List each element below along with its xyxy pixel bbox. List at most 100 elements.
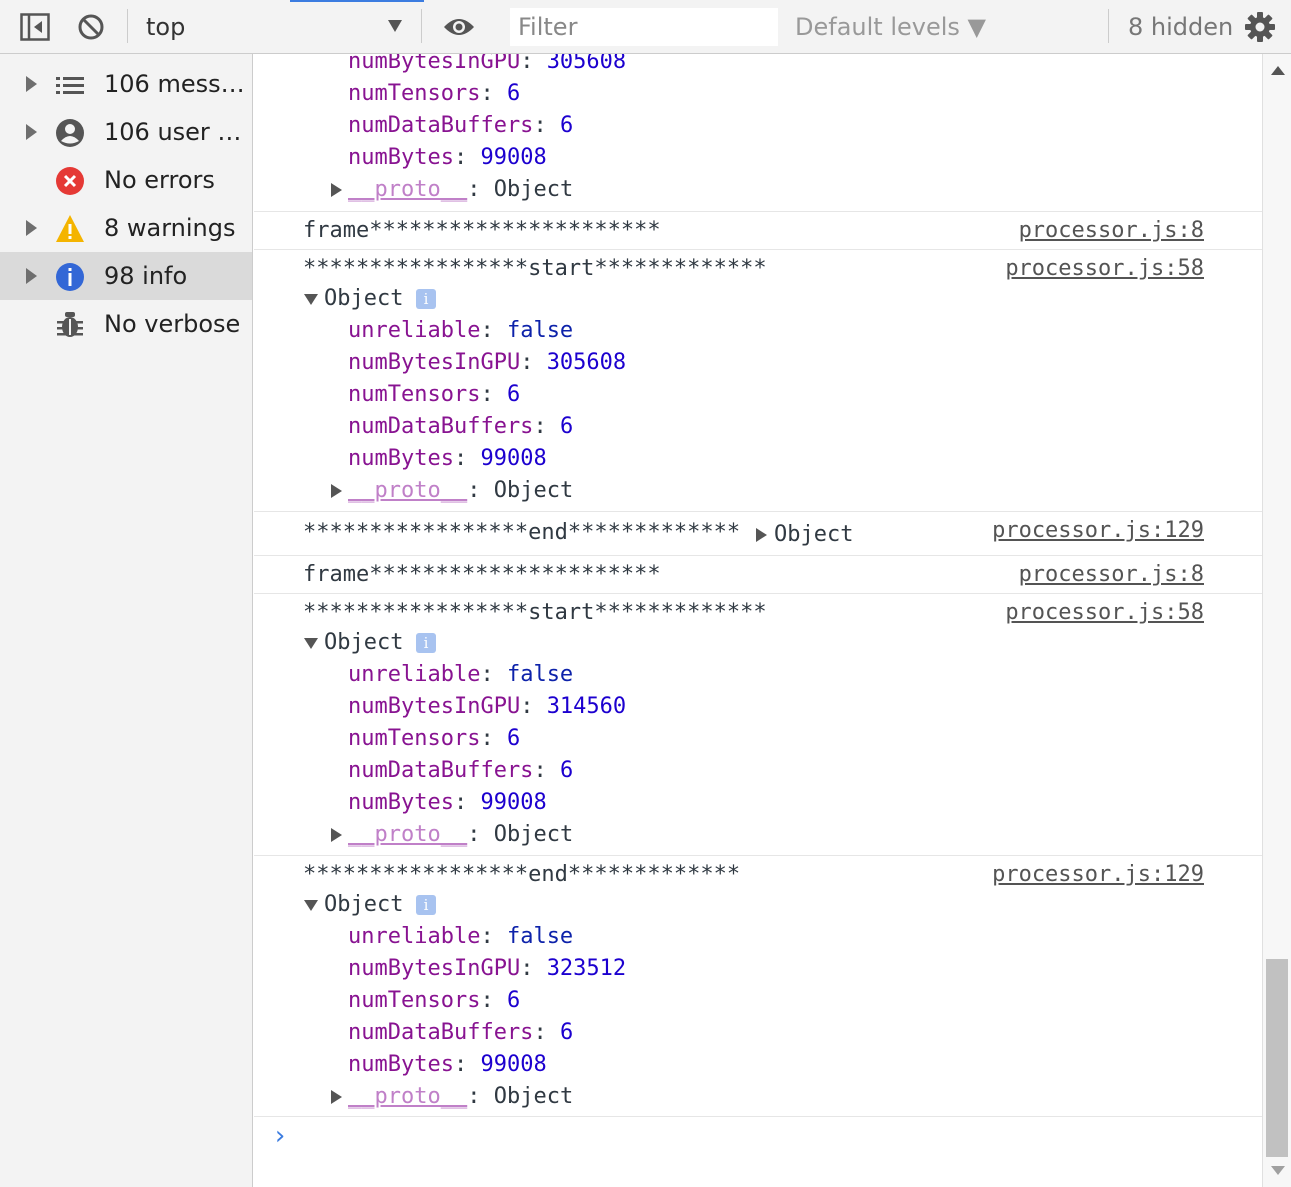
property-name: numDataBuffers [348, 414, 534, 439]
log-message-text: *****************start************* [303, 600, 767, 625]
sidebar-item-verbose[interactable]: No verbose [0, 300, 252, 348]
hidden-count-label: 8 hidden [1128, 13, 1234, 41]
expand-arrow-icon[interactable] [331, 828, 342, 842]
scrollbar-thumb[interactable] [1266, 959, 1288, 1157]
sidebar-item-messages[interactable]: 106 messages [0, 60, 252, 108]
object-property: numBytesInGPU: 314560 [348, 694, 627, 719]
object-label[interactable]: Object [324, 889, 403, 921]
object-info-icon[interactable]: i [416, 289, 436, 309]
warning-icon [55, 214, 85, 244]
object-property: numBytesInGPU: 305608 [348, 54, 626, 78]
source-link[interactable]: processor.js:58 [1005, 253, 1204, 285]
property-value: 6 [506, 726, 521, 751]
sidebar-item-warnings[interactable]: 8 warnings [0, 204, 252, 252]
filter-input[interactable]: Filter [510, 8, 778, 46]
property-value: 323512 [546, 956, 627, 981]
log-message-text: *****************end************* [303, 862, 741, 887]
property-value: Object [493, 1084, 574, 1109]
context-selector[interactable]: top [146, 13, 406, 41]
message-divider [254, 1116, 1262, 1117]
sidebar-item-user-messages[interactable]: 106 user messages [0, 108, 252, 156]
object-info-icon[interactable]: i [416, 895, 436, 915]
object-property: numTensors: 6 [348, 81, 521, 106]
proto-property[interactable]: __proto__: Object [348, 174, 573, 206]
scroll-down-arrow-icon[interactable] [1271, 1166, 1285, 1175]
expand-arrow-icon[interactable] [331, 183, 342, 197]
sidebar-item-errors[interactable]: No errors [0, 156, 252, 204]
expand-arrow-icon[interactable] [331, 484, 342, 498]
sidebar-item-info[interactable]: 98 info [0, 252, 252, 300]
context-dropdown-icon[interactable] [388, 20, 402, 32]
toolbar-divider [127, 9, 128, 43]
sidebar-item-label: No errors [104, 166, 215, 194]
property-name: __proto__ [348, 478, 468, 503]
toggle-sidebar-icon[interactable] [20, 13, 50, 41]
log-message-text: frame********************** [303, 218, 661, 243]
source-link[interactable]: processor.js:58 [1005, 597, 1204, 629]
expand-arrow-icon[interactable] [26, 220, 37, 236]
property-value: 305608 [546, 350, 627, 375]
proto-property[interactable]: __proto__: Object [348, 819, 573, 851]
object-property: numBytesInGPU: 305608 [348, 350, 627, 375]
expand-arrow-icon[interactable] [26, 76, 37, 92]
log-levels-dropdown[interactable]: Default levels ▼ [795, 13, 986, 41]
property-name: numBytesInGPU [348, 956, 521, 981]
source-link[interactable]: processor.js:8 [1019, 559, 1204, 591]
source-link[interactable]: processor.js:129 [992, 515, 1204, 547]
property-name: numDataBuffers [348, 758, 534, 783]
settings-gear-icon[interactable] [1244, 11, 1276, 43]
proto-property[interactable]: __proto__: Object [348, 475, 573, 507]
context-selector-value: top [146, 13, 186, 41]
property-name: numBytesInGPU [348, 350, 521, 375]
property-name: __proto__ [348, 177, 468, 202]
expand-arrow-icon[interactable] [756, 528, 767, 542]
console-prompt-icon[interactable]: › [272, 1120, 288, 1152]
object-label[interactable]: Object [774, 519, 853, 551]
sidebar-item-label: No verbose [104, 310, 241, 338]
object-label[interactable]: Object [324, 283, 403, 315]
property-name: numTensors [348, 81, 481, 106]
hidden-messages-count: 8 hidden [1128, 13, 1233, 41]
info-icon [55, 262, 85, 292]
scroll-up-arrow-icon[interactable] [1271, 66, 1285, 75]
property-name: numDataBuffers [348, 113, 534, 138]
property-name: numBytesInGPU [348, 54, 521, 74]
log-message-text: *****************start************* [303, 256, 767, 281]
property-name: numBytes [348, 145, 454, 170]
message-divider [254, 211, 1262, 212]
object-label[interactable]: Object [324, 627, 403, 659]
expand-arrow-icon[interactable] [331, 1090, 342, 1104]
log-message-text: *****************end************* [303, 520, 741, 545]
property-value: 99008 [480, 1052, 547, 1077]
sidebar-item-label: 8 warnings [104, 214, 236, 242]
expand-arrow-icon[interactable] [26, 124, 37, 140]
property-name: numBytes [348, 446, 454, 471]
source-link[interactable]: processor.js:129 [992, 859, 1204, 891]
property-name: numTensors [348, 726, 481, 751]
message-divider [254, 555, 1262, 556]
property-value: false [506, 924, 574, 949]
property-value: Object [493, 177, 574, 202]
clear-console-icon[interactable] [77, 13, 105, 41]
object-property: numBytes: 99008 [348, 145, 547, 170]
property-name: numTensors [348, 988, 481, 1013]
property-value: 6 [559, 414, 574, 439]
source-link[interactable]: processor.js:8 [1019, 215, 1204, 247]
collapse-arrow-icon[interactable] [304, 294, 318, 305]
proto-property[interactable]: __proto__: Object [348, 1081, 573, 1113]
console-scrollbar[interactable] [1262, 54, 1291, 1187]
object-property: numBytes: 99008 [348, 790, 547, 815]
live-expression-eye-icon[interactable] [442, 15, 476, 39]
object-property: numTensors: 6 [348, 726, 521, 751]
object-info-icon[interactable]: i [416, 633, 436, 653]
expand-arrow-icon[interactable] [26, 268, 37, 284]
collapse-arrow-icon[interactable] [304, 638, 318, 649]
property-value: Object [493, 822, 574, 847]
console-sidebar: 106 messages 106 user messages No errors… [0, 54, 253, 1187]
property-name: __proto__ [348, 822, 468, 847]
object-property: unreliable: false [348, 318, 574, 343]
property-name: numTensors [348, 382, 481, 407]
collapse-arrow-icon[interactable] [304, 900, 318, 911]
property-name: unreliable [348, 662, 481, 687]
sidebar-item-label: 106 user messages [104, 118, 248, 146]
